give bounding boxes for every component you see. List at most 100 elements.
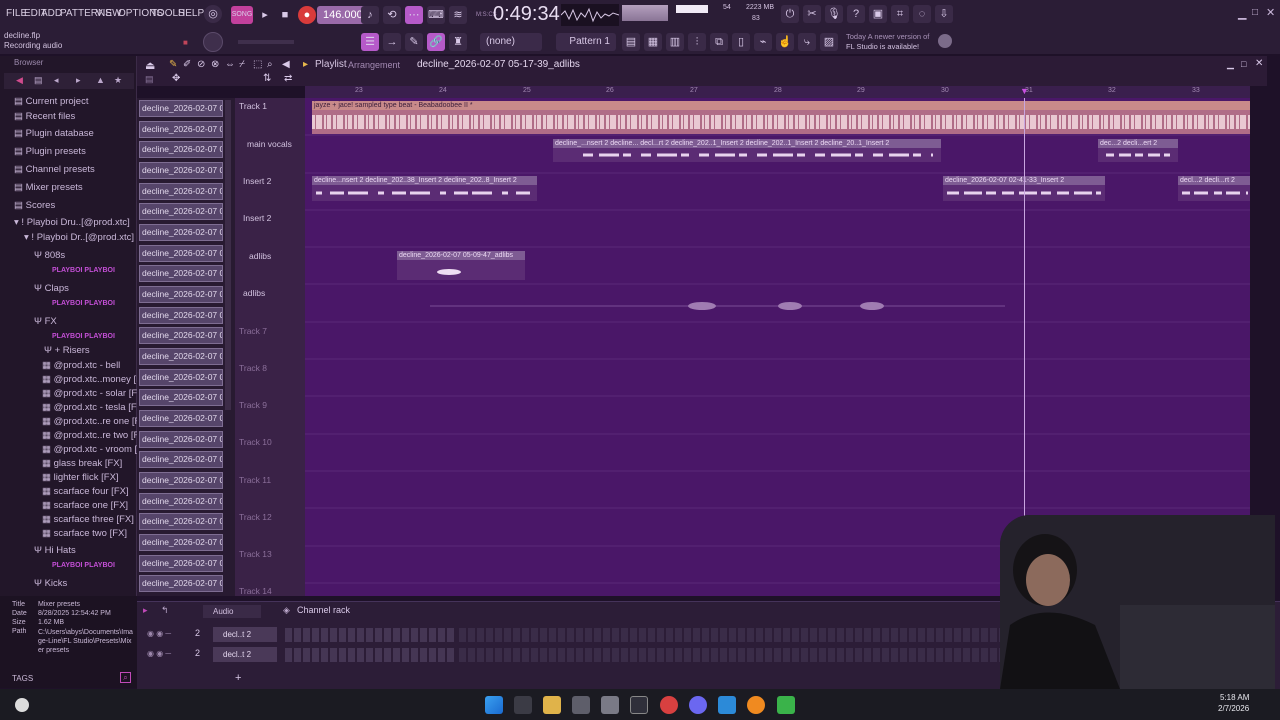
- picker-scrollbar[interactable]: [225, 100, 231, 410]
- clip-beat[interactable]: jayze + jace! sampled type beat - Beabad…: [312, 101, 1250, 110]
- playlist-minimize-icon[interactable]: ▁: [1227, 59, 1234, 70]
- menu-help[interactable]: HELP: [178, 8, 204, 19]
- playlist-view-icon[interactable]: ☰: [361, 33, 379, 51]
- browser-app-icon[interactable]: [660, 696, 678, 714]
- track-label[interactable]: Track 14: [239, 586, 272, 596]
- grid-toggle-icon[interactable]: ⇅: [263, 73, 271, 84]
- browser-file[interactable]: ▦ @prod.xtc..money [FX]: [42, 373, 151, 387]
- channel-name-button[interactable]: decl..t 2: [213, 647, 277, 662]
- browser-item-mixer-presets[interactable]: ▤ Mixer presets: [14, 181, 83, 195]
- start-icon[interactable]: [485, 696, 503, 714]
- channel-filter-select[interactable]: Audio: [203, 605, 261, 618]
- channel-mixer-track[interactable]: 2: [195, 628, 200, 638]
- picker-clip[interactable]: decline_2026-02-07 03-: [139, 203, 223, 220]
- record-mode-icon[interactable]: ◎: [204, 5, 222, 23]
- channel-mute-icon[interactable]: ◉ ◉ ─: [147, 649, 171, 658]
- clock-time[interactable]: 5:18 AM: [1220, 693, 1249, 702]
- browser-file[interactable]: ▦ scarface one [FX]: [42, 499, 128, 513]
- mixer-icon[interactable]: ⫶: [688, 33, 706, 51]
- clip-adlibs-waveform[interactable]: [397, 260, 525, 280]
- minimize-icon[interactable]: ▁: [1238, 7, 1246, 20]
- browser-folder-playboi-1[interactable]: ▾ ! Playboi Dru..[@prod.xtc]: [14, 216, 130, 230]
- channel-name-button[interactable]: decl..t 2: [213, 627, 277, 642]
- close-icon[interactable]: ✕: [1266, 6, 1275, 19]
- mute-tool-icon[interactable]: ⊗: [211, 59, 219, 70]
- track-label[interactable]: Track 10: [239, 437, 272, 447]
- browser-file[interactable]: ▦ @prod.xtc - bell: [42, 359, 120, 373]
- browser-back-icon[interactable]: ◀: [16, 75, 23, 86]
- avatar[interactable]: [938, 34, 952, 48]
- song-mode-toggle[interactable]: SONG: [231, 6, 253, 24]
- picker-clip[interactable]: decline_2026-02-07 04-: [139, 389, 223, 406]
- select-tool-icon[interactable]: ⬚: [253, 59, 262, 70]
- track-label[interactable]: Insert 2: [243, 176, 271, 186]
- slip-tool-icon[interactable]: ⇔: [225, 59, 235, 70]
- paint-tool-icon[interactable]: ✐: [183, 59, 191, 70]
- step-sequencer[interactable]: [285, 648, 455, 662]
- plugin-icon[interactable]: ⧉: [710, 33, 728, 51]
- slice-tool-icon[interactable]: ⌿: [239, 59, 245, 70]
- channel-undo-icon[interactable]: ↰: [161, 605, 169, 616]
- snap-select[interactable]: (none): [480, 33, 542, 51]
- playlist-close-icon[interactable]: ✕: [1255, 58, 1263, 69]
- master-pitch-knob[interactable]: [203, 32, 223, 52]
- browser-folder-kicks[interactable]: Ψ Kicks: [34, 577, 67, 591]
- playback-tool-icon[interactable]: ◀: [282, 59, 290, 70]
- browser-icon[interactable]: ▯: [732, 33, 750, 51]
- file-explorer-icon[interactable]: [543, 696, 561, 714]
- clip-adlibs[interactable]: decline_2026-02-07 05-09-47_adlibs: [397, 251, 525, 260]
- browser-file-icon[interactable]: ▤: [34, 75, 43, 86]
- browser-collapse-icon[interactable]: ◂: [54, 75, 59, 86]
- browser-item-channel-presets[interactable]: ▤ Channel presets: [14, 163, 95, 177]
- browser-file[interactable]: ▦ @prod.xtc - solar [FX]: [42, 387, 146, 401]
- browser-file[interactable]: ▦ @prod.xtc..re one [FX]: [42, 415, 149, 429]
- playlist-icon[interactable]: ▦: [644, 33, 662, 51]
- track-label[interactable]: adlibs: [243, 288, 265, 298]
- track-label[interactable]: Track 8: [239, 363, 267, 373]
- settings-icon[interactable]: [601, 696, 619, 714]
- picker-clip[interactable]: decline_2026-02-07 05-: [139, 534, 223, 551]
- picker-clip[interactable]: decline_2026-02-07 03-: [139, 245, 223, 262]
- browser-item-plugin-database[interactable]: ▤ Plugin database: [14, 127, 94, 141]
- pencil-icon[interactable]: ✎: [405, 33, 423, 51]
- clip-insert[interactable]: decl...2 decli...rt 2: [1178, 176, 1250, 185]
- pattern-select[interactable]: Pattern 1: [556, 33, 616, 51]
- browser-item-current-project[interactable]: ▤ Current project: [14, 95, 88, 109]
- zoom-tool-icon[interactable]: ⌕: [267, 59, 273, 70]
- picker-clip[interactable]: decline_2026-02-07 03-: [139, 224, 223, 241]
- search-icon[interactable]: ⌕: [120, 672, 131, 683]
- clip-insert[interactable]: decline...nsert 2 decline_202..38_Insert…: [312, 176, 537, 185]
- snap-next-icon[interactable]: →: [383, 33, 401, 51]
- timeline-ruler[interactable]: 23 24 25 26 27 28 29 30 31 32 33 ▼: [305, 86, 1250, 98]
- picker-clip[interactable]: decline_2026-02-07 05-: [139, 451, 223, 468]
- export-icon[interactable]: ⤷: [798, 33, 816, 51]
- clip-beat-waveform[interactable]: [312, 110, 1250, 134]
- app-icon[interactable]: [630, 696, 648, 714]
- fl-studio-icon[interactable]: [747, 696, 765, 714]
- playlist-menu-icon[interactable]: ⏏: [145, 59, 155, 72]
- browser-folder-playboi-2[interactable]: ▾ ! Playboi Dr..[@prod.xtc]: [24, 231, 134, 245]
- blend-notes-icon[interactable]: ≋: [449, 6, 467, 24]
- browser-folder-risers[interactable]: Ψ + Risers: [44, 344, 90, 358]
- play-button[interactable]: ▸: [256, 6, 274, 24]
- delete-tool-icon[interactable]: ⊘: [197, 59, 205, 70]
- browser-file[interactable]: ▦ glass break [FX]: [42, 457, 122, 471]
- notepad-icon[interactable]: [718, 696, 736, 714]
- picker-clip[interactable]: decline_2026-02-07 05-: [139, 555, 223, 572]
- picker-clip[interactable]: decline_2026-02-07 04-: [139, 265, 223, 282]
- task-view-icon[interactable]: [514, 696, 532, 714]
- picker-clip[interactable]: decline_2026-02-07 02-: [139, 100, 223, 117]
- browser-file[interactable]: ▦ scarface two [FX]: [42, 527, 127, 541]
- playlist-scroll-icon[interactable]: ⇄: [284, 73, 292, 84]
- track-label[interactable]: Track 1: [239, 101, 267, 111]
- loop-record-icon[interactable]: ⟲: [383, 6, 401, 24]
- browser-item-plugin-presets[interactable]: ▤ Plugin presets: [14, 145, 86, 159]
- clock-date[interactable]: 2/7/2026: [1218, 704, 1249, 713]
- picker-clip[interactable]: decline_2026-02-07 04-: [139, 348, 223, 365]
- clip-vocals-waveform[interactable]: [1098, 148, 1178, 162]
- channel-mixer-track[interactable]: 2: [195, 648, 200, 658]
- stamp-icon[interactable]: ♜: [449, 33, 467, 51]
- track-label[interactable]: Track 12: [239, 512, 272, 522]
- move-icon[interactable]: ✥: [172, 73, 180, 84]
- menu-add[interactable]: ADD: [41, 8, 62, 19]
